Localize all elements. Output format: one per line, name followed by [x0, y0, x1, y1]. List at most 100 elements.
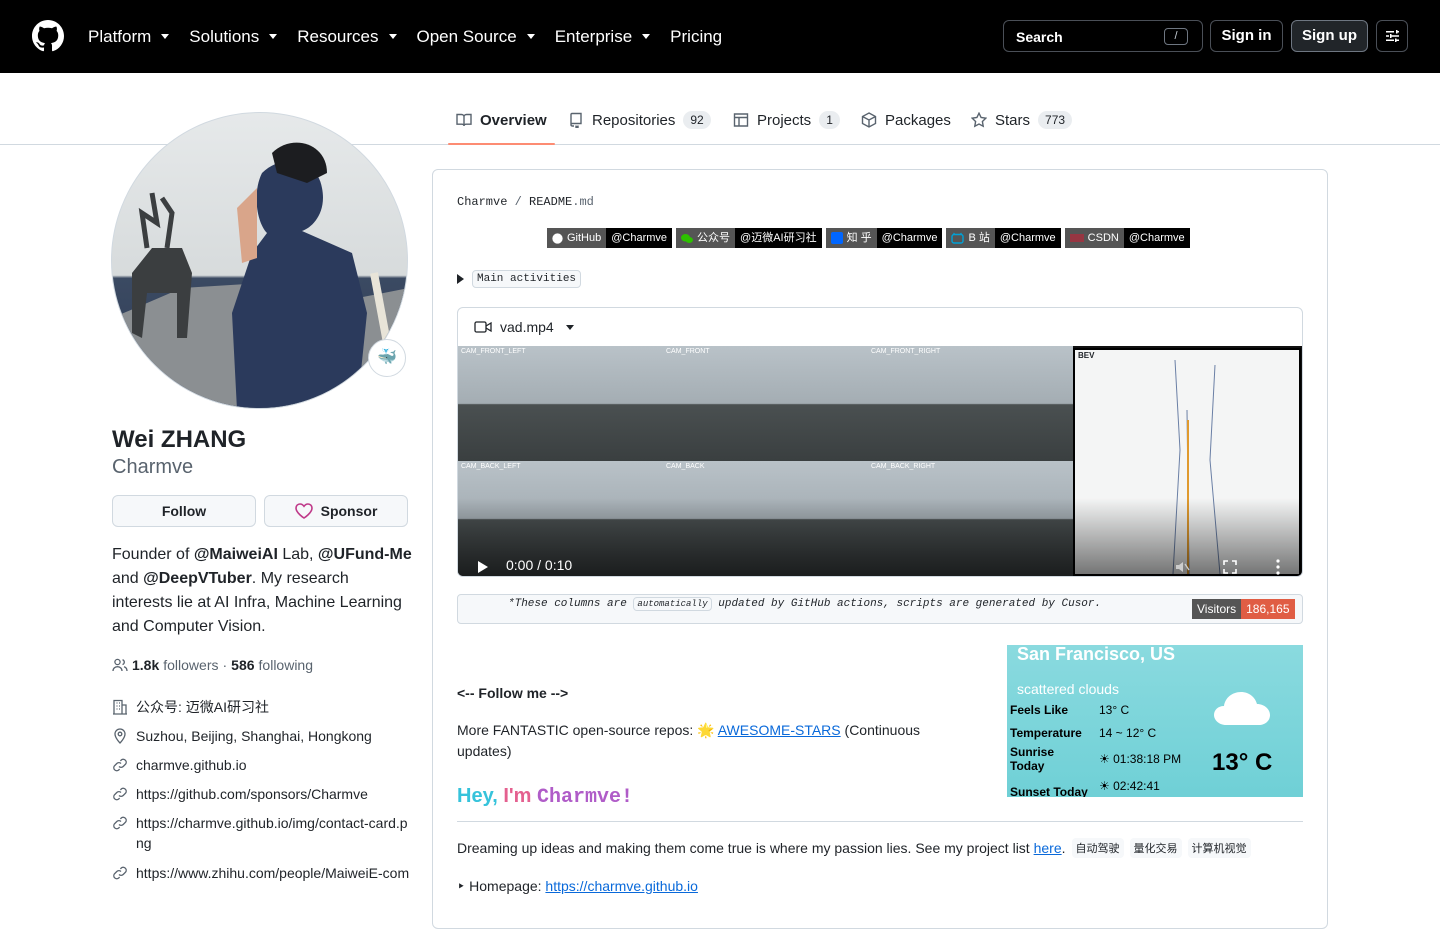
nav-pricing[interactable]: Pricing — [670, 27, 722, 47]
badge-left-label: GitHub — [567, 232, 602, 244]
bio-mention-maiweiai[interactable]: @MaiweiAI — [194, 546, 278, 563]
topic-tag: 计算机视觉 — [1187, 838, 1251, 858]
profile-bio: Founder of @MaiweiAI Lab, @UFund-Me and … — [112, 543, 412, 639]
bio-mention-ufund-me[interactable]: @UFund-Me — [318, 546, 412, 563]
project-list-link[interactable]: here — [1034, 840, 1062, 856]
weather-desc: scattered clouds — [1017, 681, 1119, 697]
homepage-link[interactable]: https://charmve.github.io — [545, 878, 698, 894]
weather-row-label: Feels Like — [1010, 703, 1069, 717]
bio-text: Lab, — [277, 546, 318, 563]
camera-label: CAM_FRONT_RIGHT — [871, 348, 941, 355]
detail-link-sponsors[interactable]: https://github.com/sponsors/Charmve — [112, 784, 412, 804]
status-badge[interactable]: 🐳 — [368, 339, 406, 377]
badge-left: GitHub — [547, 228, 607, 248]
stars-count: 773 — [1038, 111, 1073, 129]
followers-count[interactable]: 1.8k — [132, 657, 159, 673]
badge-csdn[interactable]: CSDN @Charmve — [1064, 228, 1190, 248]
tab-overview[interactable]: Overview — [448, 96, 555, 145]
divider — [457, 821, 1303, 822]
badge-right: @Charmve — [994, 228, 1061, 248]
badge-left: B 站 — [946, 228, 995, 248]
fullscreen-icon[interactable] — [1223, 560, 1237, 574]
detail-organization: 公众号: 迈微AI研习社 — [112, 697, 412, 717]
crumb-file[interactable]: README — [529, 195, 572, 209]
following-count[interactable]: 586 — [231, 657, 254, 673]
repositories-count: 92 — [683, 111, 711, 129]
video-header[interactable]: vad.mp4 — [458, 308, 1302, 346]
badge-wechat[interactable]: 公众号 @迈微AI研习社 — [676, 228, 822, 248]
sign-up-button[interactable]: Sign up — [1291, 20, 1368, 52]
chevron-down-icon — [565, 324, 574, 330]
more-options-icon[interactable] — [1275, 559, 1281, 575]
details-summary: Main activities — [472, 270, 582, 288]
repo-icon — [570, 112, 582, 128]
detail-text[interactable]: charmve.github.io — [136, 755, 247, 775]
main-activities-details[interactable]: Main activities — [457, 270, 582, 288]
github-logo-icon[interactable] — [32, 20, 64, 52]
tab-packages[interactable]: Packages — [861, 96, 951, 144]
crumb-ext: .md — [572, 195, 594, 209]
note-text: updated by GitHub actions, scripts are g… — [711, 598, 1102, 610]
weather-row-value: ☀ 01:38:18 PM — [1099, 752, 1181, 766]
sponsor-button[interactable]: Sponsor — [264, 495, 408, 527]
camera-label: CAM_BACK_LEFT — [461, 463, 521, 470]
detail-link-zhihu[interactable]: https://www.zhihu.com/people/MaiweiE-com — [112, 863, 412, 883]
video-player[interactable]: CAM_FRONT_LEFT CAM_FRONT CAM_FRONT_RIGHT… — [458, 346, 1302, 576]
follow-me-heading: <-- Follow me --> — [457, 685, 569, 701]
badge-left-label: B 站 — [968, 232, 990, 244]
nav-solutions[interactable]: Solutions — [189, 27, 278, 47]
tab-projects[interactable]: Projects 1 — [733, 96, 840, 144]
weather-row-label: Sunrise Today — [1010, 745, 1055, 773]
avatar[interactable] — [111, 112, 408, 409]
sliders-menu-button[interactable] — [1376, 20, 1408, 52]
sunrise-icon: ☀ — [1099, 752, 1114, 766]
chevron-down-icon — [161, 34, 170, 39]
sparkle-icon: 🌟 — [697, 722, 718, 738]
bio-mention-deepvtuber[interactable]: @DeepVTuber — [143, 570, 252, 587]
crumb-user[interactable]: Charmve — [457, 195, 507, 209]
note-text: *These columns are — [508, 598, 634, 610]
detail-text[interactable]: https://github.com/sponsors/Charmve — [136, 784, 368, 804]
chevron-down-icon — [526, 34, 535, 39]
social-badges: GitHub @Charmve 公众号 @迈微AI研习社 知 乎 @Charmv… — [547, 228, 1190, 248]
hey-text: Hey, — [457, 785, 504, 807]
zhihu-icon — [830, 232, 843, 244]
mute-icon[interactable] — [1174, 559, 1190, 575]
badge-github[interactable]: GitHub @Charmve — [547, 228, 673, 248]
search-input[interactable]: Search / — [1003, 20, 1203, 52]
follow-button[interactable]: Follow — [112, 495, 256, 527]
awesome-stars-link[interactable]: AWESOME-STARS — [718, 722, 841, 738]
badge-zhihu[interactable]: 知 乎 @Charmve — [825, 228, 943, 248]
nav-label: Platform — [88, 26, 152, 46]
tab-label: Stars — [995, 111, 1031, 129]
chevron-down-icon — [642, 34, 651, 39]
camera-label: CAM_FRONT_LEFT — [461, 348, 526, 355]
chevron-down-icon — [269, 34, 278, 39]
detail-text[interactable]: https://www.zhihu.com/people/MaiweiE-com — [136, 863, 409, 883]
nav-resources[interactable]: Resources — [297, 27, 397, 47]
nav-platform[interactable]: Platform — [88, 26, 170, 47]
badge-bilibili[interactable]: B 站 @Charmve — [946, 228, 1061, 248]
hey-text: I'm — [503, 785, 537, 807]
topic-tag: 量化交易 — [1129, 838, 1182, 858]
nav-enterprise[interactable]: Enterprise — [555, 27, 651, 47]
detail-link-contact-card[interactable]: https://charmve.github.io/img/contact-ca… — [112, 813, 412, 853]
play-icon[interactable] — [476, 560, 490, 574]
tab-stars[interactable]: Stars 773 — [971, 96, 1073, 144]
sliders-icon — [1386, 30, 1399, 42]
visitors-badge: Visitors 186,165 — [1192, 599, 1295, 619]
sign-in-button[interactable]: Sign in — [1210, 20, 1283, 52]
weather-row-value: 14 ~ 12° C — [1099, 726, 1157, 740]
badge-left: 知 乎 — [825, 228, 877, 248]
readme-breadcrumb: Charmve / README.md — [457, 195, 594, 209]
visitors-label: Visitors — [1192, 599, 1242, 619]
followers-link[interactable]: followers — [163, 657, 218, 673]
detail-text[interactable]: https://charmve.github.io/img/contact-ca… — [136, 813, 412, 853]
tab-repositories[interactable]: Repositories 92 — [568, 96, 711, 144]
detail-link-blog[interactable]: charmve.github.io — [112, 755, 412, 775]
weather-temp: 13° C — [1212, 749, 1273, 776]
nav-open-source[interactable]: Open Source — [417, 27, 535, 47]
following-link[interactable]: following — [259, 657, 313, 673]
search-shortcut: / — [1164, 28, 1188, 45]
global-header: Platform Solutions Resources Open Source… — [0, 0, 1440, 73]
